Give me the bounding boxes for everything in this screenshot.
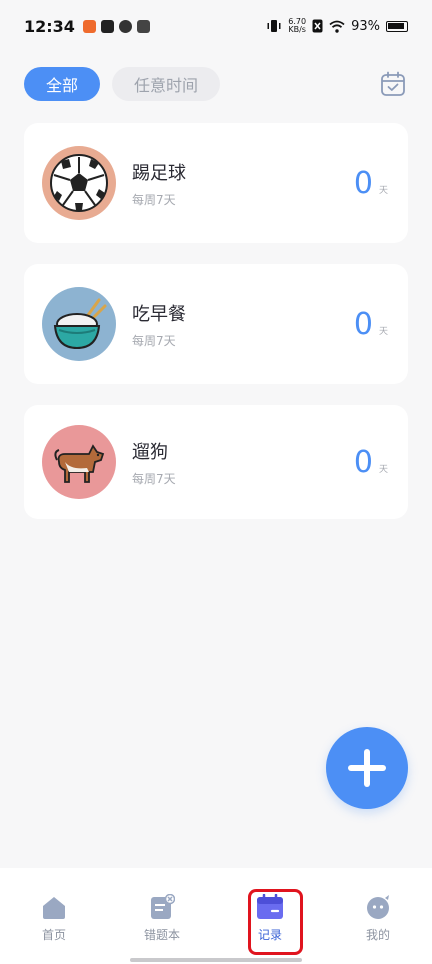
home-indicator[interactable] [130, 958, 302, 962]
tab-profile-label: 我的 [365, 928, 390, 942]
tab-notebook[interactable]: 错题本 [122, 894, 202, 964]
battery-percent: 93% [351, 18, 380, 34]
tab-home[interactable]: 首页 [14, 894, 94, 964]
message-app-icon [136, 19, 150, 33]
habit-count-value: 0 [353, 306, 373, 342]
battery-icon [386, 20, 408, 32]
habit-avatar [42, 146, 116, 220]
home-icon [43, 897, 65, 919]
notebook-icon [151, 894, 175, 919]
dog-icon [54, 444, 105, 483]
tab-records[interactable]: 记录 [230, 894, 310, 964]
habit-card-soccer[interactable]: 踢足球 每周7天 0 天 [24, 123, 408, 243]
habit-count-unit: 天 [378, 326, 388, 337]
video-app-icon [100, 19, 114, 33]
habit-avatar [42, 287, 116, 361]
filter-row: 全部 任意时间 [24, 66, 408, 102]
habit-frequency: 每周7天 [132, 192, 176, 207]
status-time: 12:34 [24, 16, 75, 36]
habit-avatar [42, 425, 116, 499]
calendar-check-button[interactable] [378, 69, 408, 99]
habit-card-breakfast[interactable]: 吃早餐 每周7天 0 天 [24, 264, 408, 384]
tab-home-label: 首页 [41, 928, 66, 942]
habit-count-unit: 天 [378, 185, 388, 196]
network-speed-unit: KB/s [288, 25, 306, 34]
habit-count: 0 天 [354, 166, 388, 201]
calendar-icon [257, 894, 283, 919]
habit-card-walk-dog[interactable]: 遛狗 每周7天 0 天 [24, 405, 408, 519]
plus-icon [348, 749, 386, 787]
add-habit-button[interactable] [326, 727, 408, 809]
habit-frequency: 每周7天 [132, 471, 176, 486]
link-app-icon [118, 19, 132, 33]
notification-icons [82, 19, 150, 33]
habit-title: 遛狗 [132, 441, 168, 463]
habit-frequency: 每周7天 [132, 333, 176, 348]
tab-records-label: 记录 [257, 928, 282, 942]
habit-count-unit: 天 [378, 464, 388, 475]
habit-title: 吃早餐 [132, 303, 186, 325]
vibrate-icon [267, 20, 281, 32]
calendar-check-icon [381, 71, 405, 96]
habit-title: 踢足球 [132, 162, 186, 184]
rice-bowl-icon [53, 298, 107, 350]
bottom-tab-bar: 首页 错题本 记录 我的 [0, 868, 432, 964]
tab-notebook-label: 错题本 [143, 928, 180, 942]
filter-any-time-chip[interactable]: 任意时间 [112, 67, 221, 101]
tab-profile[interactable]: 我的 [338, 894, 418, 964]
soccer-ball-icon [50, 154, 108, 212]
status-bar: 12:34 6.70 KB/s 93% [0, 0, 432, 52]
app-notification-icon [82, 19, 96, 33]
habit-count: 0 天 [354, 307, 388, 342]
habit-count-value: 0 [353, 444, 373, 480]
habit-count: 0 天 [354, 445, 388, 480]
network-speed: 6.70 KB/s [288, 18, 306, 34]
filter-all-chip[interactable]: 全部 [24, 67, 101, 101]
no-sim-icon [312, 19, 323, 33]
wifi-icon [329, 20, 345, 33]
habit-count-value: 0 [353, 165, 373, 201]
profile-icon [367, 895, 389, 919]
